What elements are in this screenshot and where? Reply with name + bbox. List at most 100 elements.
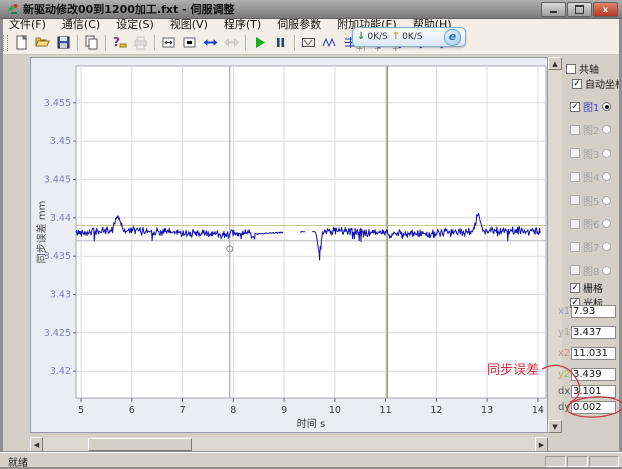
upload-arrow-icon: ↑ <box>392 32 400 42</box>
x2-input[interactable] <box>571 347 616 360</box>
menu-item[interactable]: 伺服参数 <box>269 18 329 31</box>
wave-n-icon[interactable] <box>319 32 340 53</box>
grid-label: 栅格 <box>583 280 603 295</box>
svg-text:14: 14 <box>532 405 544 416</box>
svg-text:11: 11 <box>380 405 392 416</box>
svg-text:13: 13 <box>481 405 493 416</box>
pause-icon[interactable] <box>270 32 291 53</box>
pan-h-alt-icon[interactable] <box>221 32 242 53</box>
network-speed-overlay: ↓ 0K/S ↑ 0K/S e <box>352 27 466 47</box>
browser-icon[interactable]: e <box>444 29 461 46</box>
dy-input[interactable] <box>571 401 616 414</box>
svg-text:3.42: 3.42 <box>50 366 71 377</box>
app-icon <box>6 3 18 15</box>
menu-bar: 文件(F)通信(C)设定(S)视图(V)程序(T)伺服参数附加功能(E)帮助(H… <box>1 18 621 32</box>
y2-label: y2 <box>558 369 570 380</box>
download-arrow-icon: ↓ <box>357 32 365 42</box>
menu-item[interactable]: 视图(V) <box>162 18 216 31</box>
coaxial-label: 共轴 <box>579 61 599 76</box>
graph-checkbox-6[interactable] <box>570 219 580 229</box>
plot-background <box>76 66 546 398</box>
status-cell <box>545 456 566 467</box>
horizontal-scroll-thumb[interactable] <box>88 438 192 451</box>
toolbar-separator <box>77 35 78 51</box>
horizontal-scrollbar[interactable]: ◀ ▶ <box>30 437 548 452</box>
zoom-rect-icon[interactable] <box>298 32 319 53</box>
graph-radio-1[interactable] <box>602 102 611 111</box>
graph-label-5: 图5 <box>583 193 599 208</box>
graph-radio-3[interactable] <box>602 149 611 158</box>
graph-radio-6[interactable] <box>602 219 611 228</box>
save-file-icon[interactable] <box>53 32 74 53</box>
graph-checkbox-8[interactable] <box>570 265 580 275</box>
svg-text:10: 10 <box>329 405 341 416</box>
graph-label-4: 图4 <box>583 169 599 184</box>
close-button[interactable]: x <box>593 2 618 17</box>
pan-h-icon[interactable] <box>200 32 221 53</box>
graph-radio-5[interactable] <box>602 196 611 205</box>
graph-radio-7[interactable] <box>602 242 611 251</box>
minimize-button[interactable] <box>541 2 566 17</box>
graph-checkbox-7[interactable] <box>570 242 580 252</box>
x1-input[interactable] <box>571 305 616 318</box>
auto-axis-checkbox[interactable]: ✓ <box>572 79 582 89</box>
svg-text:5: 5 <box>78 405 84 416</box>
copy-icon[interactable] <box>81 32 102 53</box>
graph-checkbox-2[interactable] <box>570 125 580 135</box>
menu-item[interactable]: 程序(T) <box>216 18 269 31</box>
graph-radio-8[interactable] <box>602 266 611 275</box>
svg-text:3.45: 3.45 <box>50 136 71 147</box>
graph-label-7: 图7 <box>583 239 599 254</box>
y2-input[interactable] <box>571 368 616 381</box>
maximize-button[interactable] <box>567 2 592 17</box>
svg-text:3.44: 3.44 <box>50 213 71 224</box>
fit-h-small-icon[interactable] <box>158 32 179 53</box>
graph-label-6: 图6 <box>583 216 599 231</box>
scroll-left-button[interactable]: ◀ <box>30 437 43 452</box>
play-icon[interactable] <box>249 32 270 53</box>
menu-item[interactable]: 通信(C) <box>54 18 108 31</box>
svg-text:6: 6 <box>129 405 135 416</box>
grid-checkbox[interactable]: ✓ <box>570 283 580 293</box>
svg-text:同步误差 mm: 同步误差 mm <box>35 201 48 264</box>
help-key-icon[interactable]: ? <box>109 32 130 53</box>
scroll-up-button[interactable]: ▲ <box>548 57 562 70</box>
print-icon[interactable] <box>130 32 151 53</box>
toolbar-separator <box>294 35 295 51</box>
new-file-icon[interactable] <box>11 32 32 53</box>
graph-checkbox-3[interactable] <box>570 148 580 158</box>
toolbar-separator <box>154 35 155 51</box>
svg-text:3.43: 3.43 <box>50 290 71 301</box>
graph-checkbox-5[interactable] <box>570 195 580 205</box>
status-bar: 就绪 <box>0 452 622 467</box>
graph-radio-4[interactable] <box>602 172 611 181</box>
graph-label-2: 图2 <box>583 122 599 137</box>
coaxial-checkbox[interactable] <box>566 64 576 74</box>
svg-text:3.455: 3.455 <box>44 98 71 109</box>
open-file-icon[interactable] <box>32 32 53 53</box>
scroll-right-button[interactable]: ▶ <box>535 437 548 452</box>
status-cell <box>567 456 588 467</box>
svg-text:3.425: 3.425 <box>44 328 71 339</box>
dx-input[interactable] <box>571 385 616 398</box>
menu-item[interactable]: 设定(S) <box>108 18 162 31</box>
graph-label-8: 图8 <box>583 263 599 278</box>
y1-input[interactable] <box>571 326 616 339</box>
graph-radio-2[interactable] <box>602 125 611 134</box>
svg-text:7: 7 <box>180 405 186 416</box>
upload-speed-label: 0K/S <box>402 32 422 42</box>
y1-label: y1 <box>558 327 570 338</box>
app-window: 新驱动修改00到1200加工.fxt - 伺服调整 x 文件(F)通信(C)设定… <box>0 0 622 469</box>
scroll-down-button[interactable]: ▼ <box>548 420 562 433</box>
toolbar: ? <box>1 31 621 55</box>
toolbar-grip <box>3 35 8 51</box>
svg-text:?: ? <box>113 35 120 49</box>
chart-area[interactable]: 3.4553.453.4453.443.4353.433.4253.425678… <box>30 57 548 433</box>
svg-text:12: 12 <box>430 405 442 416</box>
graph-checkbox-1[interactable]: ✓ <box>570 102 580 112</box>
graph-checkbox-4[interactable] <box>570 172 580 182</box>
x1-label: x1 <box>558 306 570 317</box>
menu-item[interactable]: 文件(F) <box>1 18 54 31</box>
toolbar-separator <box>245 35 246 51</box>
fit-box-icon[interactable] <box>179 32 200 53</box>
